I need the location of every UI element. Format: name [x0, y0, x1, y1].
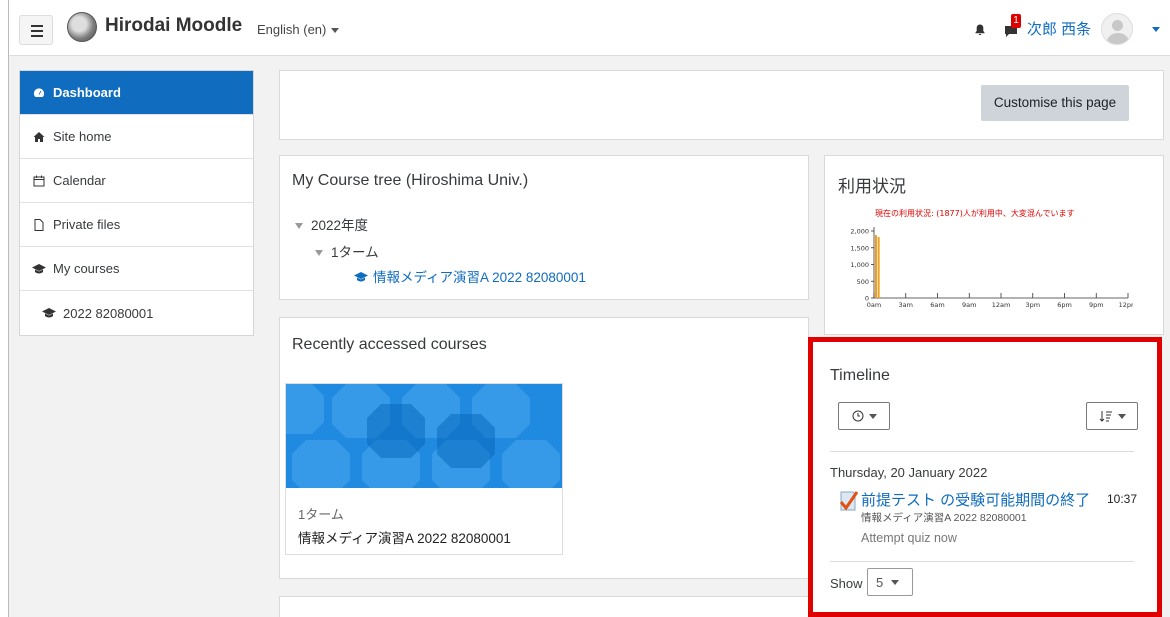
graduation-cap-icon	[354, 272, 368, 282]
timeline-title: Timeline	[830, 367, 890, 384]
bell-icon[interactable]	[974, 24, 986, 36]
sidebar-item-course[interactable]: 2022 82080001	[20, 291, 253, 335]
chevron-down-icon	[1117, 413, 1126, 419]
avatar[interactable]	[1101, 13, 1133, 45]
show-label: Show	[830, 576, 863, 591]
recent-courses-title: Recently accessed courses	[292, 336, 487, 353]
sidebar-item-label: Dashboard	[53, 85, 121, 100]
home-icon	[32, 130, 46, 144]
graduation-cap-icon	[32, 262, 46, 276]
timeline-event-link[interactable]: 前提テスト の受験可能期間の終了	[861, 489, 1090, 510]
language-selector[interactable]: English (en)	[257, 22, 340, 37]
nav-drawer: Dashboard Site home Calendar Private fil…	[19, 70, 254, 336]
sidebar-item-dashboard[interactable]: Dashboard	[20, 71, 253, 115]
next-block	[279, 596, 809, 617]
y-tick-label: 1,500	[850, 244, 869, 252]
chart-x-axis: 0am 3am 6am 9am 12am 3pm 6pm 9pm 12pm	[867, 293, 1133, 309]
x-tick-label: 12pm	[1119, 301, 1133, 309]
course-name[interactable]: 情報メディア演習A 2022 82080001	[298, 527, 511, 547]
tree-year-node[interactable]: 2022年度	[295, 214, 368, 234]
sidebar-item-calendar[interactable]: Calendar	[20, 159, 253, 203]
calendar-icon	[32, 174, 46, 188]
sort-icon	[1099, 411, 1112, 422]
divider	[830, 561, 1134, 562]
show-count-value: 5	[876, 574, 884, 590]
language-label: English (en)	[257, 22, 327, 37]
course-image[interactable]	[286, 384, 562, 488]
timeline-date: Thursday, 20 January 2022	[830, 465, 988, 480]
timeline-event-time: 10:37	[1107, 492, 1138, 506]
sidebar-item-site-home[interactable]: Site home	[20, 115, 253, 159]
customise-page-button[interactable]: Customise this page	[981, 85, 1129, 121]
dashboard-icon	[32, 86, 46, 100]
user-menu-caret-icon[interactable]	[1152, 27, 1160, 32]
y-tick-label: 2,000	[850, 228, 869, 236]
timeline-event-course: 情報メディア演習A 2022 82080001	[861, 512, 1027, 524]
y-tick-label: 500	[857, 278, 869, 286]
site-logo[interactable]	[67, 12, 97, 42]
usage-chart: 現在の利用状況: (1877)人が利用中、大変混んでいます 05001,0001…	[850, 208, 1133, 309]
course-category: 1ターム	[298, 507, 344, 522]
x-tick-label: 9pm	[1089, 301, 1104, 309]
sidebar-item-label: Calendar	[53, 173, 106, 188]
show-count-select[interactable]: 5	[867, 568, 913, 596]
usage-bar	[875, 235, 877, 298]
usage-bar	[877, 237, 880, 298]
divider	[830, 451, 1134, 452]
menu-toggle-button[interactable]	[19, 15, 53, 45]
user-name[interactable]: 次郎 西条	[1027, 18, 1091, 39]
sidebar-item-my-courses[interactable]: My courses	[20, 247, 253, 291]
sidebar-item-label: Private files	[53, 217, 121, 232]
tree-term-node[interactable]: 1ターム	[315, 241, 379, 261]
notification-badge: 1	[1011, 14, 1021, 28]
clock-icon	[852, 410, 863, 422]
timeline-filter-button[interactable]	[838, 402, 890, 430]
top-navbar: Hirodai Moodle English (en) 1 次郎 西条	[9, 0, 1170, 56]
tree-term-label: 1ターム	[331, 245, 379, 260]
x-tick-label: 12am	[992, 301, 1011, 309]
course-pattern	[286, 384, 562, 488]
x-tick-label: 6am	[930, 301, 944, 309]
chevron-down-icon	[331, 28, 340, 34]
file-icon	[32, 218, 46, 232]
chart-y-axis: 05001,0001,5002,000	[850, 227, 875, 303]
x-tick-label: 9am	[962, 301, 976, 309]
x-tick-label: 3am	[899, 301, 913, 309]
graduation-cap-icon	[42, 306, 56, 320]
expand-triangle-icon	[295, 223, 303, 230]
sidebar-item-label: Site home	[53, 129, 112, 144]
timeline-sort-button[interactable]	[1086, 402, 1138, 430]
x-tick-label: 3pm	[1025, 301, 1040, 309]
chart-annotation: 現在の利用状況: (1877)人が利用中、大変混んでいます	[875, 208, 1074, 218]
quiz-icon	[839, 491, 858, 511]
x-tick-label: 6pm	[1057, 301, 1072, 309]
usage-title: 利用状況	[838, 177, 906, 196]
sidebar-item-label: My courses	[53, 261, 120, 276]
chart-bars	[875, 235, 880, 298]
tree-year-label: 2022年度	[311, 218, 369, 233]
chevron-down-icon	[891, 579, 900, 585]
attempt-quiz-link[interactable]: Attempt quiz now	[861, 531, 957, 545]
site-brand[interactable]: Hirodai Moodle	[105, 15, 242, 37]
course-tree-title: My Course tree (Hiroshima Univ.)	[292, 172, 529, 189]
sidebar-item-label: 2022 82080001	[63, 305, 154, 321]
tree-course-label: 情報メディア演習A 2022 82080001	[373, 270, 586, 285]
x-tick-label: 0am	[867, 301, 881, 309]
course-card[interactable]: 1ターム 情報メディア演習A 2022 82080001	[285, 383, 563, 555]
expand-triangle-icon	[315, 250, 323, 257]
y-tick-label: 1,000	[850, 261, 869, 269]
tree-course-link[interactable]: 情報メディア演習A 2022 82080001	[353, 266, 586, 286]
chevron-down-icon	[868, 413, 877, 419]
sidebar-item-private-files[interactable]: Private files	[20, 203, 253, 247]
